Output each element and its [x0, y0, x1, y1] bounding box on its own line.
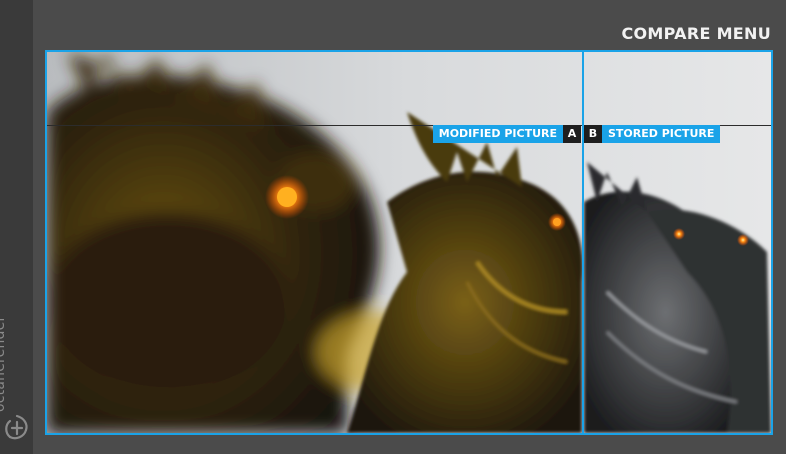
- render-image: [47, 52, 771, 433]
- stored-picture-tag: B STORED PICTURE: [584, 125, 721, 143]
- modified-picture-tag: MODIFIED PICTURE A: [432, 125, 581, 143]
- brand-wordmark: octanerender™: [0, 308, 8, 412]
- page-title: COMPARE MENU: [621, 24, 771, 43]
- stored-picture-letter: B: [584, 125, 602, 143]
- sidebar: octanerender™: [0, 0, 33, 454]
- brand-name: octanerender: [0, 315, 8, 412]
- stored-picture-label: STORED PICTURE: [602, 125, 721, 143]
- compare-viewport[interactable]: MODIFIED PICTURE A B STORED PICTURE: [45, 50, 773, 435]
- compare-split-handle[interactable]: [582, 52, 584, 433]
- brand: octanerender™: [0, 304, 33, 454]
- octane-logo-icon: [5, 414, 28, 440]
- modified-picture-label: MODIFIED PICTURE: [432, 125, 563, 143]
- modified-picture-letter: A: [563, 125, 581, 143]
